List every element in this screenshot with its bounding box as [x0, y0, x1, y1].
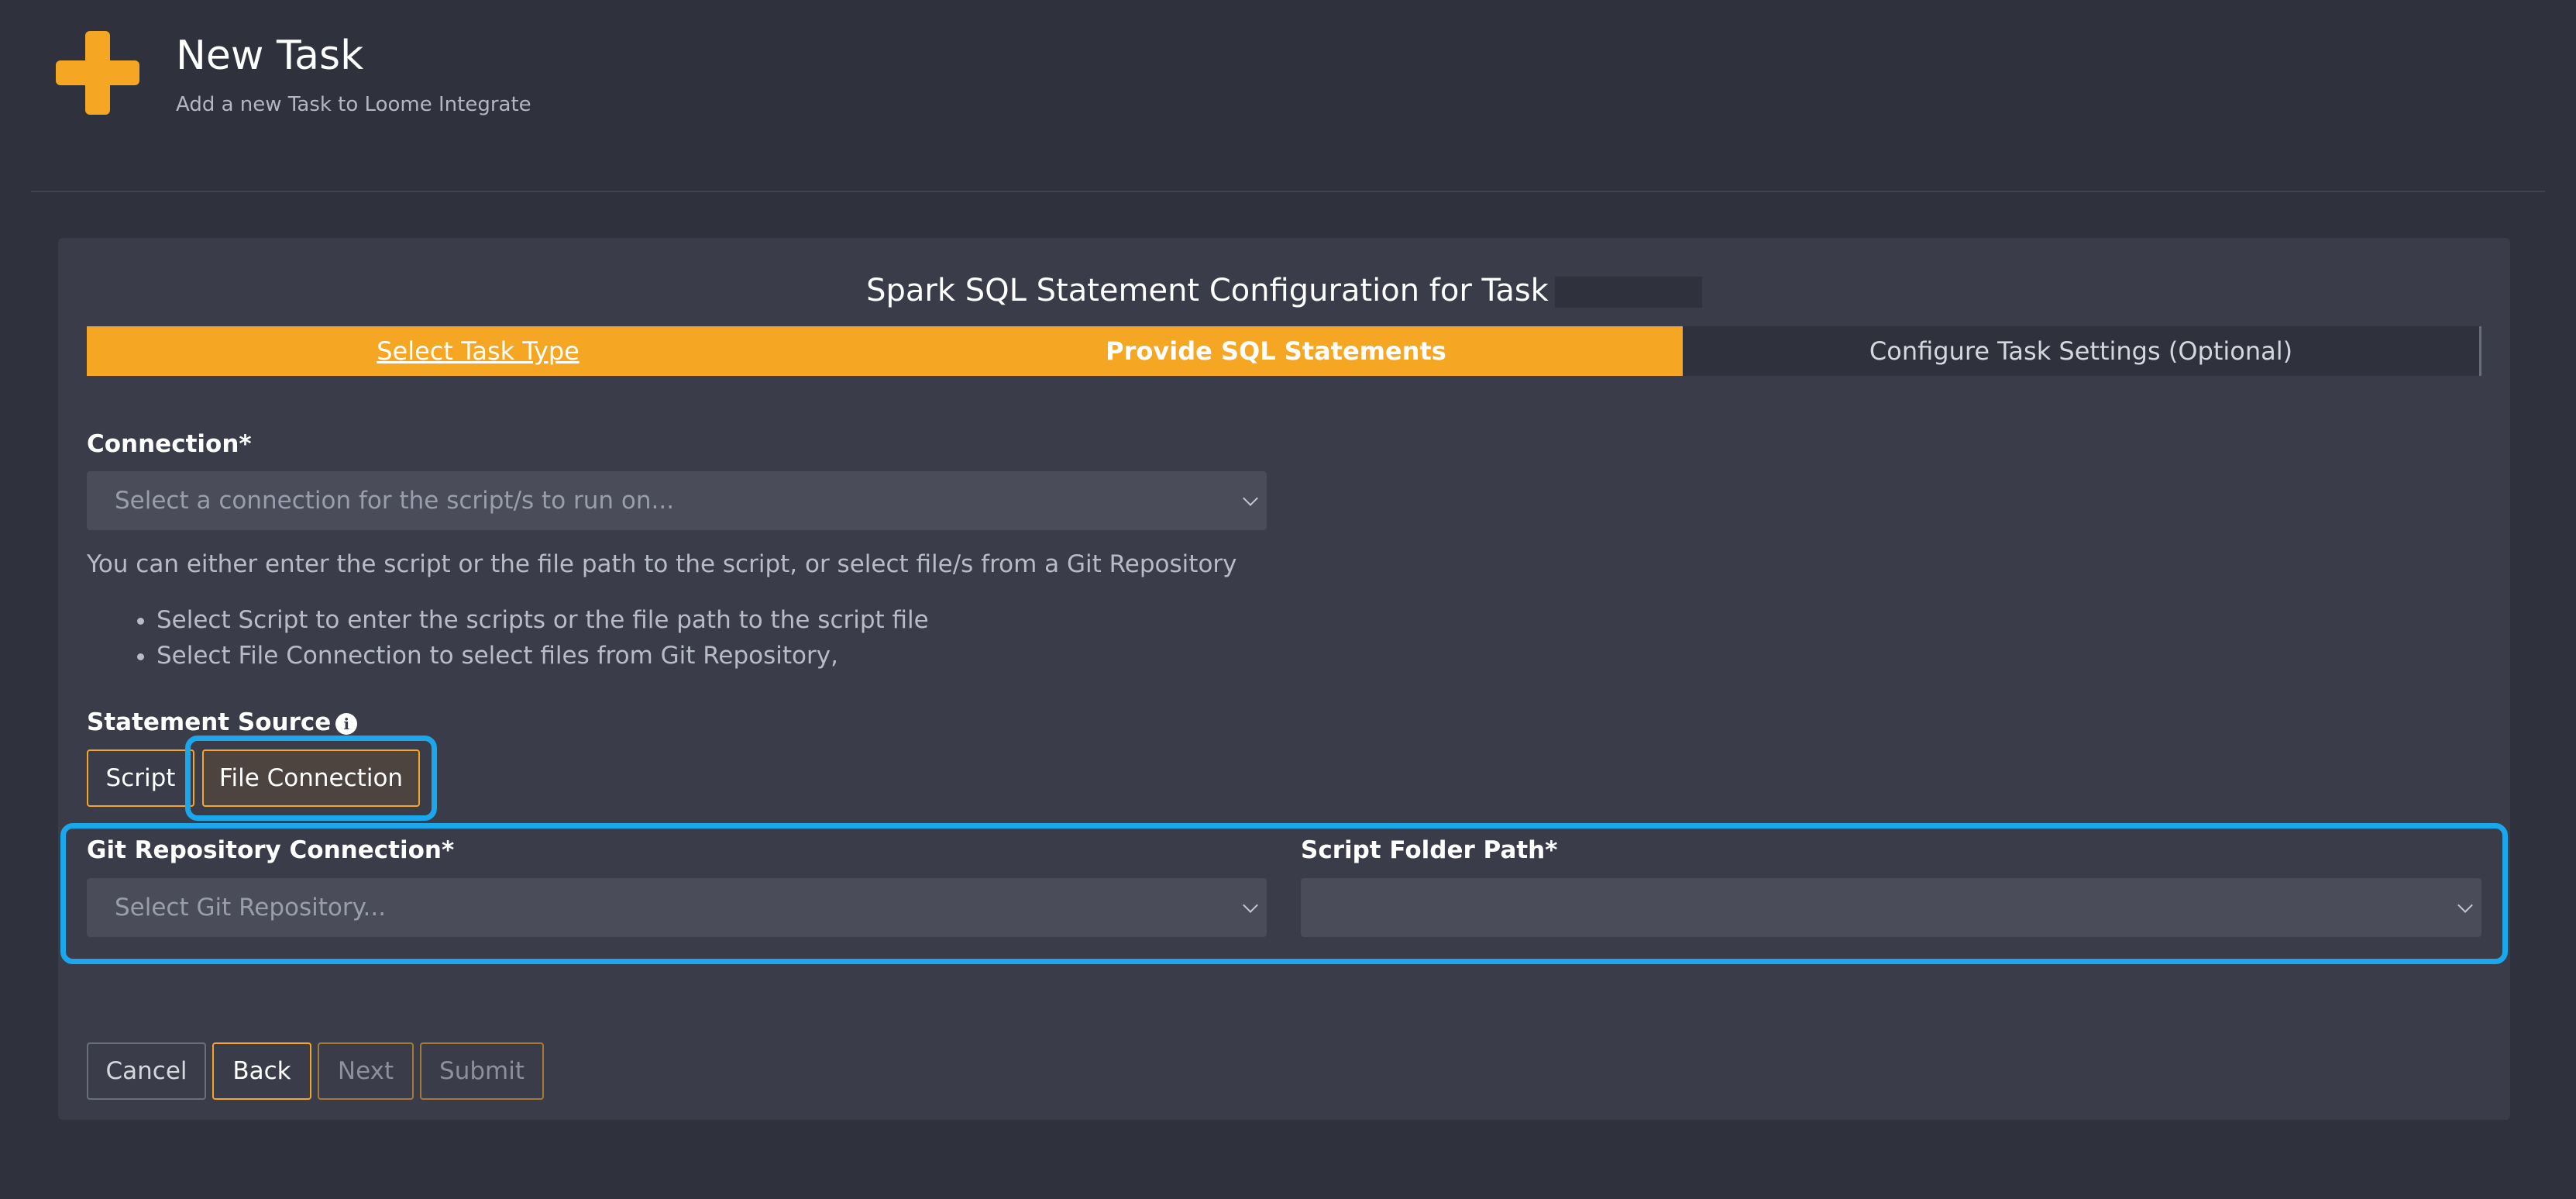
- wizard-stepper: Select Task Type Provide SQL Statements …: [87, 326, 2481, 376]
- statement-help-text: You can either enter the script or the f…: [87, 550, 1237, 578]
- connection-label: Connection*: [87, 430, 252, 458]
- statement-source-label-text: Statement Source: [87, 708, 332, 736]
- page-title: New Task: [176, 33, 364, 79]
- card-title-text: Spark SQL Statement Configuration for Ta…: [866, 273, 1549, 308]
- help-bullet-file-connection: Select File Connection to select files f…: [156, 638, 929, 674]
- page-subtitle: Add a new Task to Loome Integrate: [176, 93, 531, 116]
- step-select-task-type[interactable]: Select Task Type: [87, 326, 869, 376]
- help-bullet-script: Select Script to enter the scripts or th…: [156, 602, 929, 638]
- card-title: Spark SQL Statement Configuration for Ta…: [58, 273, 2510, 308]
- file-connection-highlight: [185, 736, 437, 821]
- submit-button[interactable]: Submit: [420, 1042, 544, 1100]
- info-icon[interactable]: i: [335, 712, 358, 735]
- git-fields-highlight: [60, 823, 2508, 964]
- script-source-button[interactable]: Script: [87, 749, 194, 807]
- cancel-button[interactable]: Cancel: [87, 1042, 206, 1100]
- header-divider: [31, 191, 2545, 192]
- connection-placeholder: Select a connection for the script/s to …: [115, 487, 675, 515]
- connection-select[interactable]: Select a connection for the script/s to …: [87, 471, 1267, 530]
- task-config-card: Spark SQL Statement Configuration for Ta…: [58, 238, 2510, 1120]
- plus-icon: [56, 31, 139, 115]
- help-bullet-list: Select Script to enter the scripts or th…: [87, 602, 929, 674]
- page-header: New Task Add a new Task to Loome Integra…: [0, 0, 2576, 194]
- step-provide-sql-statements: Provide SQL Statements: [869, 326, 1683, 376]
- next-button[interactable]: Next: [318, 1042, 414, 1100]
- redacted-task-name: [1554, 277, 1702, 308]
- step-configure-task-settings: Configure Task Settings (Optional): [1683, 326, 2481, 376]
- chevron-down-icon: [1243, 491, 1258, 506]
- back-button[interactable]: Back: [212, 1042, 311, 1100]
- statement-source-label: Statement Source i: [87, 708, 358, 736]
